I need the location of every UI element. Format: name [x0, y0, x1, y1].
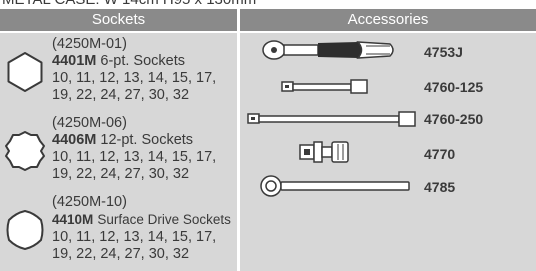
accessory-code: 4760-250 [424, 111, 484, 127]
socket-model: 4410M [52, 212, 94, 227]
accessory-code: 4753J [424, 44, 463, 60]
socket-ref: (4250M-10) [52, 194, 127, 210]
accessories-header: Accessories [240, 9, 536, 31]
socket-group-4401m: (4250M-01) 4401M 6-pt. Sockets 10, 11, 1… [0, 36, 237, 112]
ratchet-icon [262, 40, 394, 60]
socket-sizes: 10, 11, 12, 13, 14, 15, 17, [52, 70, 217, 86]
socket-model: 4401M [52, 53, 97, 69]
sockets-panel: (4250M-01) 4401M 6-pt. Sockets 10, 11, 1… [0, 33, 237, 271]
sockets-header: Sockets [0, 9, 237, 31]
socket-sizes: 19, 22, 24, 27, 30, 32 [52, 87, 190, 103]
accessory-short-extension: 4760-125 [240, 72, 483, 102]
socket-group-4406m: (4250M-06) 4406M 12-pt. Sockets 10, 11, … [0, 115, 237, 191]
socket-sizes: 19, 22, 24, 27, 30, 32 [52, 246, 190, 262]
accessory-code: 4785 [424, 179, 456, 195]
socket-desc: Surface Drive Sockets [97, 212, 231, 227]
accessory-ratchet: 4753J [240, 37, 463, 67]
socket-ref: (4250M-01) [52, 36, 127, 52]
socket-sizes: 19, 22, 24, 27, 30, 32 [52, 166, 190, 182]
twelve-point-icon [5, 131, 45, 171]
universal-joint-icon [299, 141, 349, 163]
accessory-sliding-t-bar: 4785 [240, 172, 455, 202]
short-extension-icon [281, 79, 368, 94]
socket-model: 4406M [52, 132, 97, 148]
accessory-universal-joint: 4770 [240, 137, 455, 167]
top-caption: METAL CASE: W 14cm H95 x 130mm [2, 0, 256, 8]
socket-group-4410m: (4250M-10) 4410M Surface Drive Sockets 1… [0, 194, 237, 270]
socket-sizes: 10, 11, 12, 13, 14, 15, 17, [52, 149, 217, 165]
socket-sizes: 10, 11, 12, 13, 14, 15, 17, [52, 229, 217, 245]
socket-desc: 6-pt. Sockets [100, 53, 185, 69]
sliding-t-bar-icon [260, 175, 410, 197]
accessory-long-extension: 4760-250 [240, 104, 483, 134]
surface-drive-icon [6, 210, 44, 250]
long-extension-icon [247, 111, 416, 127]
accessory-code: 4770 [424, 146, 456, 162]
socket-ref: (4250M-06) [52, 115, 127, 131]
accessories-panel: 4753J 4760-125 4760-250 4770 4785 [240, 33, 536, 271]
accessory-code: 4760-125 [424, 79, 484, 95]
socket-desc: 12-pt. Sockets [100, 132, 194, 148]
hexagon-icon [7, 52, 43, 92]
